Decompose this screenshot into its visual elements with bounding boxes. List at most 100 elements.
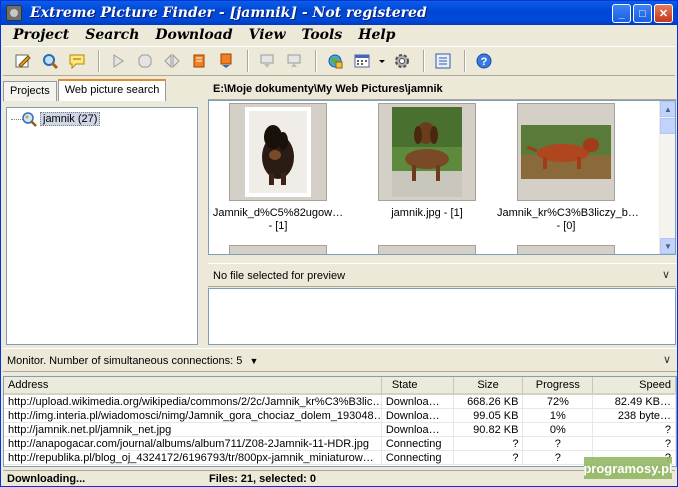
search-settings-icon[interactable] [38,49,62,73]
column-speed[interactable]: Speed [593,377,676,393]
play-icon[interactable] [106,49,130,73]
menu-search[interactable]: Search [77,27,147,43]
scroll-thumb[interactable] [660,118,675,134]
column-address[interactable]: Address [4,377,382,393]
thumbnail-name: Jamnik_d%C5%82ugow… [212,207,344,219]
thumbnail-item[interactable]: Jamnik_kr%C3%B3liczy_b… - [0] [497,103,639,233]
status-bar: Downloading... Files: 21, selected: 0 [3,470,677,487]
scroll-up-icon[interactable]: ▲ [660,101,675,117]
connections-dropdown-icon[interactable]: ▼ [249,356,258,366]
preview-label: No file selected for preview [213,270,346,282]
menu-view[interactable]: View [241,27,294,43]
cell-progress: 72% [523,395,594,409]
cell-state: Downloa… [381,423,454,437]
cell-speed: 238 byte… [593,409,676,423]
monitor-label: Monitor. Number of simultaneous connecti… [7,355,243,367]
tab-projects[interactable]: Projects [3,81,57,101]
import-icon[interactable] [282,49,306,73]
menu-bar: Project Search Download View Tools Help [1,25,677,44]
toolbar-separator [98,50,100,72]
thumbnail-item[interactable] [517,245,615,254]
cell-progress: 1% [523,409,594,423]
toolbar-separator [315,50,317,72]
thumbnail-image[interactable] [517,103,615,201]
title-bar: Extreme Picture Finder - [jamnik] - Not … [1,1,677,25]
thumbnail-count: - [0] [556,220,576,232]
cell-address: http://upload.wikimedia.org/wikipedia/co… [4,395,382,409]
toolbar-separator [247,50,249,72]
tab-web-picture-search[interactable]: Web picture search [57,79,167,101]
cell-speed: ? [593,437,676,451]
status-text: Downloading... [3,470,205,487]
column-progress[interactable]: Progress [523,377,594,393]
folder-path: E:\Moje dokumenty\My Web Pictures\jamnik [208,80,676,100]
options-icon[interactable] [390,49,414,73]
app-logo-icon[interactable] [6,5,22,21]
thumbnail-item[interactable]: Jamnik_d%C5%82ugow… - [1] [209,103,347,233]
browser-icon[interactable] [323,49,347,73]
dog-photo-icon [392,107,462,197]
toolbar-separator [423,50,425,72]
table-row[interactable]: http://img.interia.pl/wiadomosci/nimg/Ja… [4,409,676,423]
cell-address: http://anapogacar.com/journal/albums/alb… [4,437,382,451]
cell-size: 99.05 KB [453,409,524,423]
calendar-dropdown-icon[interactable] [377,49,387,73]
toolbar: ? [3,46,675,76]
thumbnail-image[interactable] [378,103,476,201]
table-row[interactable]: http://jamnik.net.pl/jamnik_net.jpg Down… [4,423,676,437]
cell-progress: 0% [523,423,594,437]
minimize-button[interactable]: _ [612,4,631,23]
menu-download[interactable]: Download [147,27,240,43]
menu-project[interactable]: Project [5,27,77,43]
download-resume-icon[interactable] [214,49,238,73]
thumbnail-scrollbar[interactable]: ▲ ▼ [659,101,675,254]
thumbnail-image[interactable] [229,103,327,201]
thumbnail-count: - [1] [268,220,288,232]
scroll-down-icon[interactable]: ▼ [660,238,675,254]
table-row[interactable]: http://republika.pl/blog_oj_4324172/6196… [4,451,676,465]
cell-state: Downloa… [381,395,454,409]
cell-state: Downloa… [381,409,454,423]
list-view-icon[interactable] [431,49,455,73]
cell-address: http://jamnik.net.pl/jamnik_net.jpg [4,423,382,437]
table-row[interactable]: http://anapogacar.com/journal/albums/alb… [4,437,676,451]
comment-icon[interactable] [65,49,89,73]
project-tree: jamnik (27) [6,107,198,345]
svg-text:?: ? [481,56,488,68]
toolbar-separator [464,50,466,72]
preview-header: No file selected for preview ∨ [208,263,676,287]
preview-area [208,288,676,345]
cell-size: ? [453,451,524,465]
edit-project-icon[interactable] [11,49,35,73]
maximize-button[interactable]: □ [633,4,652,23]
thumbnail-name: Jamnik_kr%C3%B3liczy_b… [497,207,639,219]
search-project-icon [21,111,37,127]
download-stop-icon[interactable] [187,49,211,73]
table-row[interactable]: http://upload.wikimedia.org/wikipedia/co… [4,395,676,409]
tree-item-label: jamnik (27) [40,112,101,126]
cell-speed: ? [593,423,676,437]
column-state[interactable]: State [382,377,454,393]
thumbnail-item[interactable] [229,245,327,254]
dog-photo-icon [521,125,611,179]
calendar-icon[interactable] [350,49,374,73]
thumbnail-item[interactable] [378,245,476,254]
menu-help[interactable]: Help [350,27,403,43]
tree-item-jamnik[interactable]: jamnik (27) [21,111,101,127]
stop-icon[interactable] [133,49,157,73]
help-icon[interactable]: ? [472,49,496,73]
chevron-down-icon[interactable]: ∨ [662,268,670,281]
left-panel-tabs: Projects Web picture search [3,79,203,101]
column-size[interactable]: Size [454,377,524,393]
thumbnail-name: jamnik.jpg - [1] [391,207,463,219]
monitor-header: Monitor. Number of simultaneous connecti… [3,348,677,372]
cell-state: Connecting [381,437,454,451]
close-button[interactable]: ✕ [654,4,673,23]
thumbnail-item[interactable]: jamnik.jpg - [1] [358,103,496,220]
cell-progress: ? [523,437,594,451]
export-icon[interactable] [255,49,279,73]
chevron-down-icon[interactable]: ∨ [663,353,671,366]
pause-icon[interactable] [160,49,184,73]
watermark: programosy.pl [583,457,673,479]
menu-tools[interactable]: Tools [294,27,351,43]
